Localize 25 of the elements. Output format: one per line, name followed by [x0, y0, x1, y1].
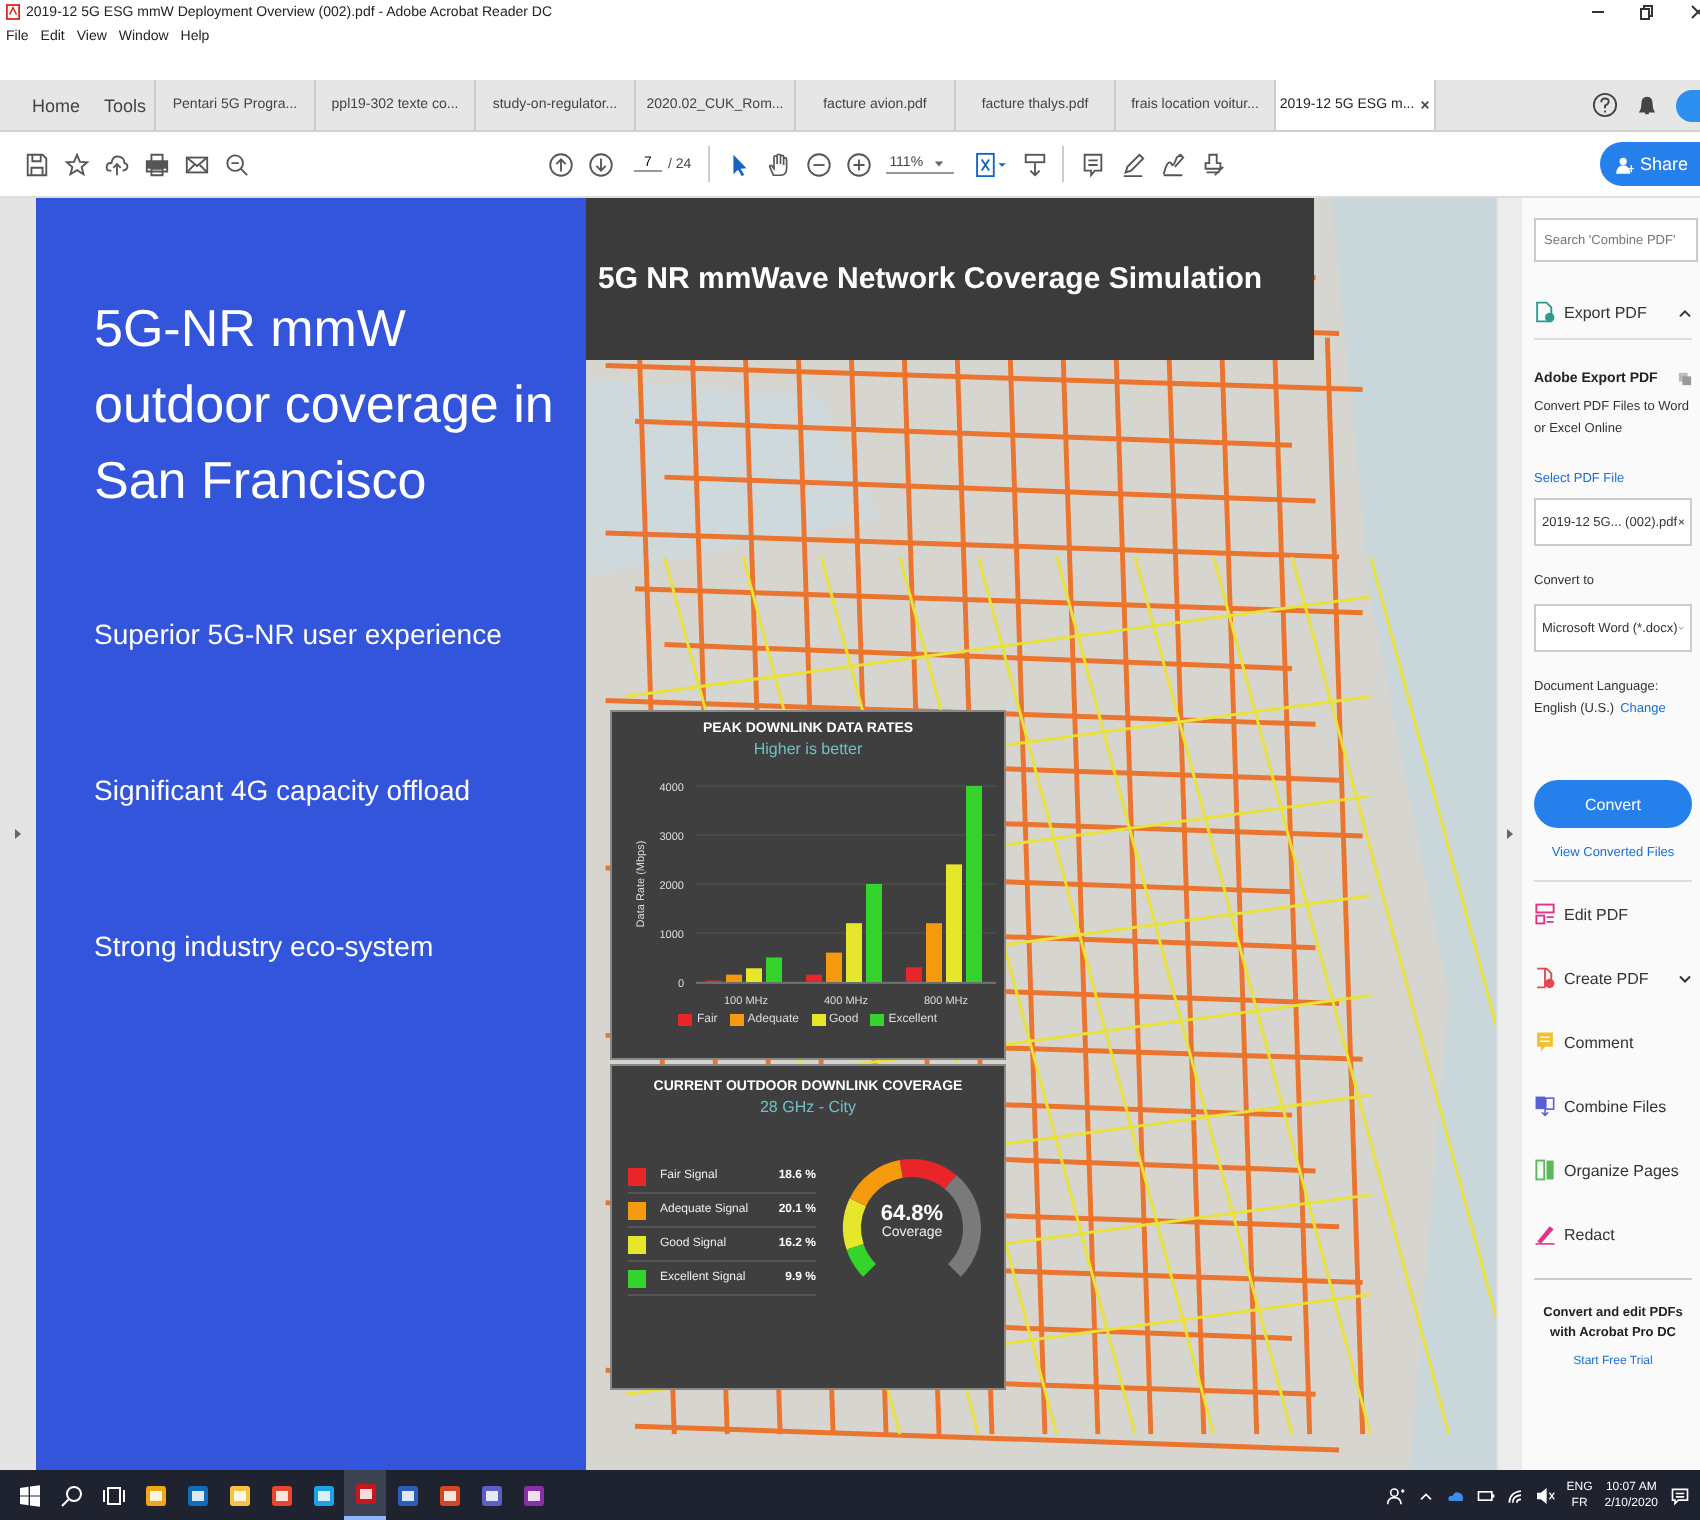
nav-tab[interactable]: Tools	[104, 95, 147, 115]
panel-subtitle: Higher is better	[751, 740, 865, 758]
coverage-value: 64.8%	[880, 1202, 944, 1226]
tool-label: Create PDF	[1564, 969, 1649, 987]
tool-item[interactable]: Organize Pages	[1534, 1138, 1692, 1202]
tool-label: Comment	[1564, 1033, 1634, 1051]
slide-bullet: Significant 4G capacity offload	[94, 774, 473, 806]
slide-bullet: Superior 5G-NR user experience	[94, 618, 504, 650]
tool-item[interactable]: Create PDF	[1534, 946, 1692, 1010]
export-pdf-header[interactable]: Export PDF	[1534, 286, 1692, 340]
tool-label: Edit PDF	[1564, 905, 1629, 923]
tool-item[interactable]: Combine Files	[1534, 1074, 1692, 1138]
slide-heading: 5G-NR mmW outdoor coverage in San Francisco	[94, 296, 556, 514]
tool-item[interactable]: Comment	[1534, 1010, 1692, 1074]
tool-item[interactable]: Edit PDF	[1534, 882, 1692, 946]
tool-label: Combine Files	[1564, 1097, 1667, 1115]
share-button[interactable]: Share	[1599, 142, 1700, 186]
slide-bullet: Strong industry eco-system	[94, 930, 436, 962]
tool-item[interactable]: Redact	[1534, 1202, 1692, 1266]
panel-subtitle: 28 GHz - City	[757, 1098, 858, 1116]
convert-button[interactable]: Convert	[1534, 780, 1692, 828]
nav-tab[interactable]: Home	[32, 95, 81, 115]
map-title-bar: 5G NR mmWave Network Coverage Simulation	[586, 198, 1314, 360]
tool-label: Redact	[1564, 1225, 1615, 1243]
tool-label: Organize Pages	[1564, 1161, 1679, 1179]
